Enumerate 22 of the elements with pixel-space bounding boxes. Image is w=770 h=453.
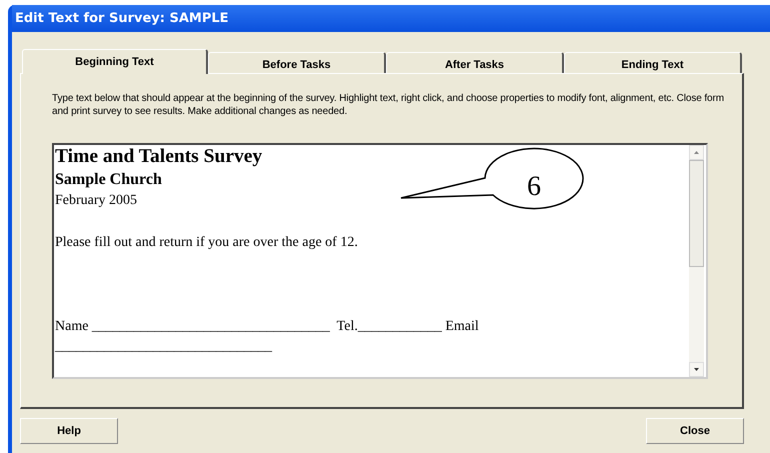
editor-line: Name __________________________________ Tel.____________ Email <box>55 318 479 336</box>
tab[interactable]: Beginning Text <box>22 49 208 74</box>
scrollbar[interactable] <box>689 145 704 377</box>
callout-number: 6 <box>527 171 541 202</box>
scroll-up-button[interactable] <box>689 145 704 160</box>
scroll-down-button[interactable] <box>689 362 704 377</box>
up-arrow-icon <box>694 151 699 154</box>
editor-line: February 2005 <box>55 192 138 210</box>
tab[interactable]: Before Tasks <box>208 52 386 73</box>
down-arrow-icon <box>694 368 699 371</box>
editor-line: Please fill out and return if you are over the age of 12. <box>55 234 358 252</box>
tab[interactable]: After Tasks <box>386 52 564 73</box>
window-title: Edit Text for Survey: SAMPLE <box>15 11 229 26</box>
help-button[interactable]: Help <box>20 418 118 444</box>
scroll-thumb[interactable] <box>689 160 704 267</box>
instructions-text: Type text below that should appear at the beginning of the survey. Highlight text, right click, and choose properties to modify font, alignment, etc. Close form and print survey to see results. Make additional changes as needed. <box>52 92 725 118</box>
close-button[interactable]: Close <box>646 418 744 444</box>
survey-title: Time and Talents Survey <box>55 145 262 169</box>
tab[interactable]: Ending Text <box>564 52 742 73</box>
text-editor[interactable] <box>52 143 708 379</box>
survey-subtitle: Sample Church <box>55 170 162 190</box>
editor-line: _______________________________ <box>55 338 272 356</box>
